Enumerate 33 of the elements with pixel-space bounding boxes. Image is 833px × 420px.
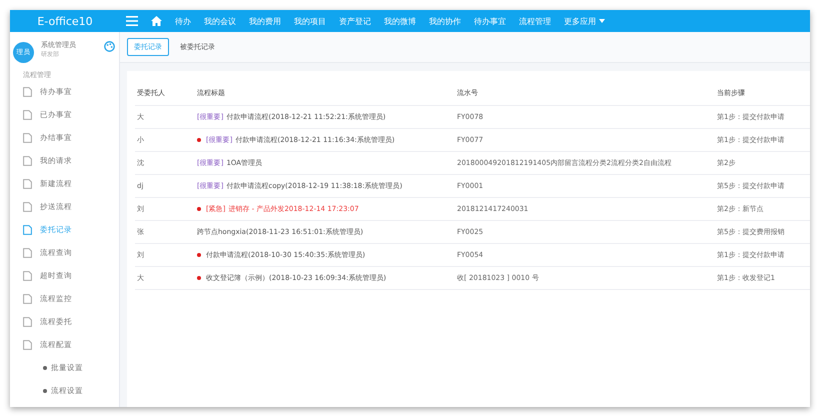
nav-link[interactable]: 我的微博 <box>384 16 416 26</box>
document-icon <box>23 110 32 120</box>
document-icon <box>23 132 32 142</box>
bullet-icon <box>43 366 47 370</box>
document-icon <box>23 316 32 326</box>
nav-link[interactable]: 流程管理 <box>519 16 551 26</box>
menu-icon[interactable] <box>126 16 138 26</box>
document-icon <box>23 294 32 304</box>
nav-link[interactable]: 我的项目 <box>294 16 326 26</box>
nav-link[interactable]: 我的会议 <box>204 16 236 26</box>
document-icon <box>23 270 32 280</box>
nav-link[interactable]: 我的协作 <box>429 16 461 26</box>
app-logo: E-office10 <box>36 14 94 28</box>
bullet-dot-icon <box>197 207 201 211</box>
document-icon <box>23 178 32 188</box>
more-apps-menu[interactable]: 更多应用 <box>564 16 605 26</box>
document-icon <box>23 248 32 258</box>
nav-link[interactable]: 待办事宜 <box>474 16 506 26</box>
bullet-dot-icon <box>197 138 201 142</box>
home-icon[interactable] <box>151 16 162 26</box>
document-icon <box>23 156 32 166</box>
bullet-dot-icon <box>197 276 201 280</box>
document-icon <box>23 202 32 212</box>
nav-link[interactable]: 资产登记 <box>339 16 371 26</box>
caret-icon <box>599 19 605 23</box>
nav-link[interactable]: 我的费用 <box>249 16 281 26</box>
nav-link[interactable]: 待办 <box>175 16 191 26</box>
palette-icon[interactable] <box>104 41 115 52</box>
document-icon <box>23 86 32 96</box>
document-icon <box>23 340 32 350</box>
bullet-icon <box>43 388 47 392</box>
document-icon <box>23 224 32 234</box>
bullet-dot-icon <box>197 253 201 257</box>
